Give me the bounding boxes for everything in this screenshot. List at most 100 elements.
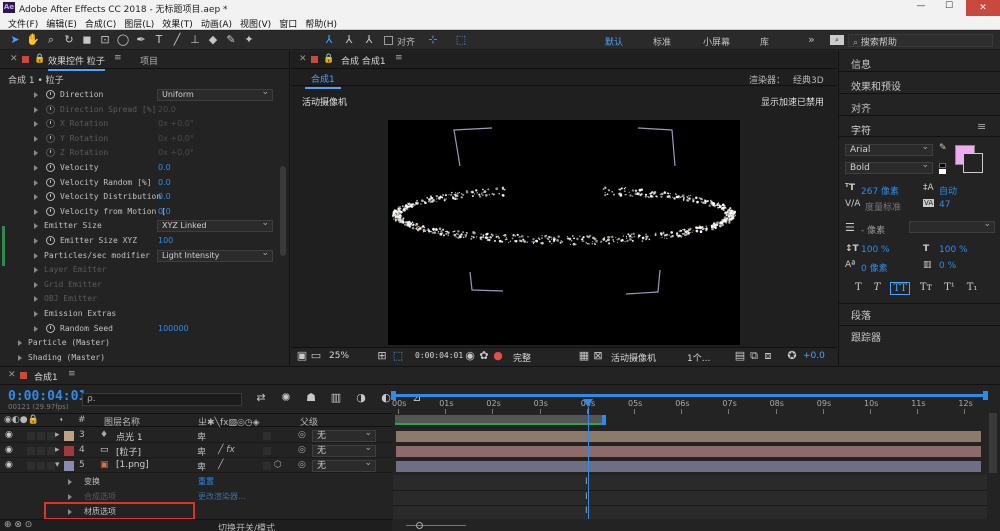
quality-switch-icon[interactable]: ╱ [218, 460, 223, 470]
channel-icon[interactable]: ● [491, 349, 505, 363]
resolution-dropdown[interactable]: 完整 [513, 351, 531, 364]
exposure-value[interactable]: +0.0 [803, 351, 825, 361]
frame-blend-icon[interactable]: ▥ [329, 391, 343, 405]
maximize-button[interactable]: ☐ [938, 1, 960, 11]
effect-property-value[interactable]: 100000 [158, 322, 189, 336]
pen-tool-icon[interactable]: ✒ [134, 33, 148, 47]
layer-row[interactable]: ◉ ▸ 4 ▭ [粒子] 卑 ╱ fx ◎ 无 [0, 443, 392, 458]
timeline-search-input[interactable]: ρ. [82, 393, 242, 406]
3d-switch-box[interactable] [263, 462, 271, 470]
switch-box[interactable] [27, 432, 35, 440]
text-style-button[interactable]: T [853, 282, 864, 295]
parent-dropdown[interactable]: 无 [312, 458, 376, 472]
switch-box[interactable] [47, 462, 55, 470]
text-style-button[interactable]: T₁ [965, 282, 980, 295]
snapshot-icon[interactable]: ◉ [463, 349, 477, 363]
effect-property-value[interactable]: 0x +0.0° [158, 132, 194, 146]
property-group-row[interactable]: 变换 重置 [0, 475, 392, 490]
timeline-close-icon[interactable]: ✕ [8, 370, 16, 380]
brush-tool-icon[interactable]: ╱ [170, 33, 184, 47]
expand-arrow-icon[interactable] [34, 106, 38, 113]
menu-item[interactable]: 视图(V) [236, 16, 275, 31]
label-color-swatch[interactable] [64, 431, 74, 441]
stopwatch-icon[interactable] [46, 235, 55, 245]
shy-switch-icon[interactable]: 卑 [197, 430, 206, 443]
fast-preview-icon[interactable]: ⊠ [591, 349, 605, 363]
effect-scrollbar[interactable] [280, 166, 286, 256]
white-swatch[interactable] [939, 169, 946, 174]
menu-item[interactable]: 帮助(H) [301, 16, 341, 31]
lock-icon[interactable]: 🔒 [34, 54, 45, 64]
selection-tool-icon[interactable]: ➤ [8, 33, 22, 47]
font-family-dropdown[interactable]: Arial [845, 142, 933, 156]
baseline-value[interactable]: 0 像素 [861, 261, 888, 274]
minimize-button[interactable]: — [910, 1, 932, 11]
effect-property-value[interactable]: 20.0 [158, 103, 176, 117]
switch-box[interactable] [27, 462, 35, 470]
character-panel-title[interactable]: 字符 [851, 122, 871, 137]
workspace-tab[interactable]: 小屏幕 [703, 35, 730, 48]
label-color-swatch[interactable] [64, 461, 74, 471]
expand-arrow-icon[interactable] [34, 296, 38, 303]
eye-icon[interactable]: ◉ [5, 445, 13, 455]
rotate-tool-icon[interactable]: ↻ [62, 33, 76, 47]
expand-arrow-icon[interactable] [34, 92, 38, 98]
stopwatch-icon[interactable] [46, 206, 55, 216]
property-group-value[interactable]: 重置 [198, 476, 214, 487]
expand-arrow-icon[interactable] [34, 325, 38, 332]
ellipse-tool-icon[interactable]: ◯ [116, 33, 130, 47]
expand-arrow-icon[interactable] [34, 281, 38, 288]
right-panel-item[interactable]: 信息 [851, 56, 1000, 71]
eye-icon[interactable]: ◉ [5, 430, 13, 440]
leading-value[interactable]: 自动 [939, 184, 957, 197]
menu-item[interactable]: 图层(L) [120, 16, 158, 31]
roi-icon[interactable]: ⬚ [391, 349, 405, 363]
3d-switch-box[interactable] [263, 447, 271, 455]
timeline-link-icon[interactable]: ⧉ [747, 349, 761, 363]
expand-arrow-icon[interactable] [18, 340, 22, 347]
effect-property-value[interactable]: 0.0 [158, 190, 171, 204]
switch-box[interactable] [37, 447, 45, 455]
eye-icon[interactable]: ◉ [5, 460, 13, 470]
stopwatch-icon[interactable] [46, 192, 55, 202]
world-axis-icon[interactable]: ⅄ [342, 33, 356, 47]
snap-checkbox[interactable] [384, 36, 393, 45]
comp-sub-tab[interactable]: 合成1 [305, 72, 341, 89]
zoom-tool-icon[interactable]: ⌕ [44, 33, 58, 47]
expand-arrow-icon[interactable] [34, 194, 38, 201]
layer-row[interactable]: ◉ ▾ 5 ▣ [1.png] 卑 ╱ ⬡ ◎ 无 [0, 458, 392, 473]
horizontal-scale-value[interactable]: 100 % [939, 245, 968, 255]
local-axis-icon[interactable]: ⅄ [322, 33, 336, 47]
shy-icon[interactable]: ☗ [304, 391, 318, 405]
expand-arrow-icon[interactable] [34, 135, 38, 142]
workspace-tab[interactable]: 默认 [605, 35, 623, 48]
right-panel-item[interactable]: 段落 [851, 307, 871, 322]
property-group-value[interactable]: 更改渲染器... [198, 491, 246, 502]
expand-arrow-icon[interactable] [34, 121, 38, 128]
stopwatch-icon[interactable] [46, 90, 55, 99]
work-area-bar[interactable] [395, 415, 602, 425]
effect-property-dropdown[interactable]: Light Intensity [157, 248, 273, 262]
workspace-more[interactable]: » [808, 33, 815, 46]
view-dropdown[interactable]: 活动摄像机 [611, 351, 656, 364]
timeline-timecode[interactable]: 0:00:04:01 [8, 389, 86, 404]
twirl-arrow-icon[interactable]: ▾ [55, 460, 60, 470]
comp-menu-icon[interactable]: ≡ [395, 53, 403, 63]
tracking-value[interactable]: 47 [939, 200, 950, 210]
expand-arrow-icon[interactable] [18, 354, 22, 361]
pickwhip-icon[interactable]: ◎ [298, 430, 306, 440]
layer-duration-bar[interactable] [396, 431, 981, 442]
type-tool-icon[interactable]: T [152, 33, 166, 47]
menu-item[interactable]: 合成(C) [81, 16, 120, 31]
flowchart-icon[interactable]: ⧈ [761, 349, 775, 363]
always-preview-icon[interactable]: ▣ [295, 349, 309, 363]
menu-item[interactable]: 效果(T) [158, 16, 197, 31]
timeline-zoom-slider[interactable] [396, 521, 536, 530]
expand-arrow-icon[interactable] [34, 179, 38, 186]
project-tab[interactable]: 项目 [140, 54, 158, 67]
switch-box[interactable] [47, 447, 55, 455]
snap-extra-icon[interactable]: ⬚ [454, 33, 468, 47]
comp-mini-flow-icon[interactable]: ⇄ [254, 391, 268, 405]
black-swatch[interactable] [939, 163, 946, 168]
switch-box[interactable] [27, 447, 35, 455]
